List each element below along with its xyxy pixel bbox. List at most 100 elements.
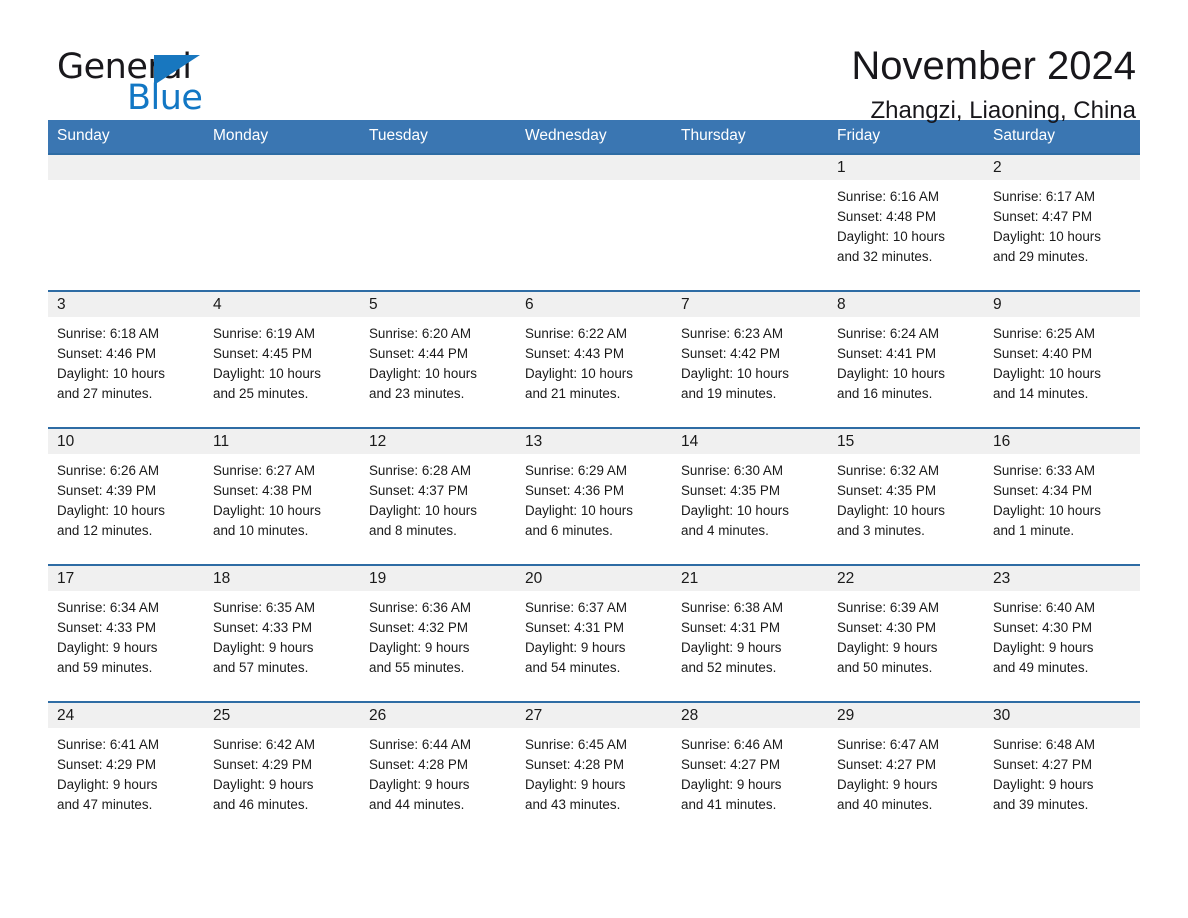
daylight-text-line1: Daylight: 10 hours xyxy=(681,366,789,381)
sunrise-text: Sunrise: 6:29 AM xyxy=(525,463,627,478)
day-details: Sunrise: 6:25 AM Sunset: 4:40 PM Daylight:… xyxy=(984,317,1140,404)
daylight-text-line1: Daylight: 10 hours xyxy=(993,366,1101,381)
day-cell[interactable]: 11 Sunrise: 6:27 AM Sunset: 4:38 PM Dayligh… xyxy=(204,427,360,565)
day-number: 11 xyxy=(204,429,360,454)
day-details: Sunrise: 6:46 AM Sunset: 4:27 PM Daylight:… xyxy=(672,728,828,815)
day-cell[interactable]: 8 Sunrise: 6:24 AM Sunset: 4:41 PM Daylight… xyxy=(828,290,984,428)
calendar-page: General Blue November 2024 Zhangzi, Liao… xyxy=(0,0,1188,918)
sunrise-text: Sunrise: 6:23 AM xyxy=(681,326,783,341)
day-cell[interactable]: 2 Sunrise: 6:17 AM Sunset: 4:47 PM Daylight… xyxy=(984,153,1140,291)
logo-text-blue: Blue xyxy=(127,78,203,118)
sunset-text: Sunset: 4:44 PM xyxy=(369,346,468,361)
sunrise-text: Sunrise: 6:33 AM xyxy=(993,463,1095,478)
calendar-grid: Sunday Monday Tuesday Wednesday Thursday… xyxy=(48,120,1140,838)
generalblue-logo[interactable]: General Blue xyxy=(57,40,247,116)
day-number: 29 xyxy=(828,703,984,728)
day-details: Sunrise: 6:22 AM Sunset: 4:43 PM Daylight:… xyxy=(516,317,672,404)
day-cell[interactable]: 1 Sunrise: 6:16 AM Sunset: 4:48 PM Daylight… xyxy=(828,153,984,291)
day-cell[interactable]: 13 Sunrise: 6:29 AM Sunset: 4:36 PM Dayligh… xyxy=(516,427,672,565)
daylight-text-line2: and 49 minutes. xyxy=(993,660,1089,675)
day-number: 21 xyxy=(672,566,828,591)
day-cell[interactable]: 7 Sunrise: 6:23 AM Sunset: 4:42 PM Daylight… xyxy=(672,290,828,428)
sunset-text: Sunset: 4:35 PM xyxy=(837,483,936,498)
sunrise-text: Sunrise: 6:48 AM xyxy=(993,737,1095,752)
weekday-header-sunday: Sunday xyxy=(48,120,204,154)
day-cell[interactable]: 3 Sunrise: 6:18 AM Sunset: 4:46 PM Daylight… xyxy=(48,290,204,428)
sunset-text: Sunset: 4:48 PM xyxy=(837,209,936,224)
day-cell[interactable]: 6 Sunrise: 6:22 AM Sunset: 4:43 PM Daylight… xyxy=(516,290,672,428)
title-block: November 2024 Zhangzi, Liaoning, China xyxy=(851,40,1136,126)
day-cell[interactable]: 14 Sunrise: 6:30 AM Sunset: 4:35 PM Dayligh… xyxy=(672,427,828,565)
sunset-text: Sunset: 4:27 PM xyxy=(993,757,1092,772)
daylight-text-line2: and 57 minutes. xyxy=(213,660,309,675)
day-details: Sunrise: 6:24 AM Sunset: 4:41 PM Daylight:… xyxy=(828,317,984,404)
sunrise-text: Sunrise: 6:38 AM xyxy=(681,600,783,615)
day-number: 4 xyxy=(204,292,360,317)
daylight-text-line1: Daylight: 10 hours xyxy=(57,503,165,518)
daylight-text-line1: Daylight: 10 hours xyxy=(993,503,1101,518)
day-details: Sunrise: 6:19 AM Sunset: 4:45 PM Daylight:… xyxy=(204,317,360,404)
daylight-text-line2: and 6 minutes. xyxy=(525,523,613,538)
day-cell[interactable]: 22 Sunrise: 6:39 AM Sunset: 4:30 PM Dayligh… xyxy=(828,564,984,702)
day-cell[interactable]: 23 Sunrise: 6:40 AM Sunset: 4:30 PM Dayligh… xyxy=(984,564,1140,702)
day-cell[interactable]: 9 Sunrise: 6:25 AM Sunset: 4:40 PM Daylight… xyxy=(984,290,1140,428)
sunset-text: Sunset: 4:29 PM xyxy=(57,757,156,772)
day-details: Sunrise: 6:47 AM Sunset: 4:27 PM Daylight:… xyxy=(828,728,984,815)
day-cell[interactable]: 21 Sunrise: 6:38 AM Sunset: 4:31 PM Dayligh… xyxy=(672,564,828,702)
day-number: 15 xyxy=(828,429,984,454)
weekday-header-thursday: Thursday xyxy=(672,120,828,154)
day-number: 19 xyxy=(360,566,516,591)
day-number: 17 xyxy=(48,566,204,591)
day-cell[interactable]: 29 Sunrise: 6:47 AM Sunset: 4:27 PM Dayligh… xyxy=(828,701,984,838)
day-cell[interactable]: 12 Sunrise: 6:28 AM Sunset: 4:37 PM Dayligh… xyxy=(360,427,516,565)
day-cell[interactable]: 26 Sunrise: 6:44 AM Sunset: 4:28 PM Dayligh… xyxy=(360,701,516,838)
day-cell[interactable]: 19 Sunrise: 6:36 AM Sunset: 4:32 PM Dayligh… xyxy=(360,564,516,702)
sunset-text: Sunset: 4:32 PM xyxy=(369,620,468,635)
daylight-text-line2: and 1 minute. xyxy=(993,523,1075,538)
daylight-text-line2: and 14 minutes. xyxy=(993,386,1089,401)
daylight-text-line2: and 59 minutes. xyxy=(57,660,153,675)
day-details: Sunrise: 6:28 AM Sunset: 4:37 PM Daylight:… xyxy=(360,454,516,541)
day-number: 1 xyxy=(828,155,984,180)
sunset-text: Sunset: 4:35 PM xyxy=(681,483,780,498)
day-number: 30 xyxy=(984,703,1140,728)
daylight-text-line2: and 29 minutes. xyxy=(993,249,1089,264)
day-cell[interactable]: 25 Sunrise: 6:42 AM Sunset: 4:29 PM Dayligh… xyxy=(204,701,360,838)
sunrise-text: Sunrise: 6:39 AM xyxy=(837,600,939,615)
day-cell[interactable]: 27 Sunrise: 6:45 AM Sunset: 4:28 PM Dayligh… xyxy=(516,701,672,838)
sunset-text: Sunset: 4:29 PM xyxy=(213,757,312,772)
day-cell[interactable]: 17 Sunrise: 6:34 AM Sunset: 4:33 PM Dayligh… xyxy=(48,564,204,702)
day-details: Sunrise: 6:26 AM Sunset: 4:39 PM Daylight:… xyxy=(48,454,204,541)
day-cell[interactable]: 5 Sunrise: 6:20 AM Sunset: 4:44 PM Daylight… xyxy=(360,290,516,428)
daylight-text-line2: and 23 minutes. xyxy=(369,386,465,401)
day-details: Sunrise: 6:20 AM Sunset: 4:44 PM Daylight:… xyxy=(360,317,516,404)
daylight-text-line1: Daylight: 9 hours xyxy=(681,640,782,655)
day-cell[interactable]: 24 Sunrise: 6:41 AM Sunset: 4:29 PM Dayligh… xyxy=(48,701,204,838)
daylight-text-line2: and 44 minutes. xyxy=(369,797,465,812)
day-cell[interactable]: 30 Sunrise: 6:48 AM Sunset: 4:27 PM Dayligh… xyxy=(984,701,1140,838)
sunrise-text: Sunrise: 6:44 AM xyxy=(369,737,471,752)
daylight-text-line1: Daylight: 10 hours xyxy=(57,366,165,381)
daylight-text-line1: Daylight: 9 hours xyxy=(837,777,938,792)
day-cell[interactable]: 28 Sunrise: 6:46 AM Sunset: 4:27 PM Dayligh… xyxy=(672,701,828,838)
sunset-text: Sunset: 4:30 PM xyxy=(993,620,1092,635)
day-number: 20 xyxy=(516,566,672,591)
day-cell[interactable]: 20 Sunrise: 6:37 AM Sunset: 4:31 PM Dayligh… xyxy=(516,564,672,702)
daylight-text-line2: and 10 minutes. xyxy=(213,523,309,538)
sunrise-text: Sunrise: 6:24 AM xyxy=(837,326,939,341)
day-cell[interactable]: 10 Sunrise: 6:26 AM Sunset: 4:39 PM Dayligh… xyxy=(48,427,204,565)
sunset-text: Sunset: 4:43 PM xyxy=(525,346,624,361)
day-cell[interactable]: 18 Sunrise: 6:35 AM Sunset: 4:33 PM Dayligh… xyxy=(204,564,360,702)
day-cell[interactable]: 15 Sunrise: 6:32 AM Sunset: 4:35 PM Dayligh… xyxy=(828,427,984,565)
daylight-text-line2: and 16 minutes. xyxy=(837,386,933,401)
day-cell[interactable]: 4 Sunrise: 6:19 AM Sunset: 4:45 PM Daylight… xyxy=(204,290,360,428)
sunset-text: Sunset: 4:47 PM xyxy=(993,209,1092,224)
day-details: Sunrise: 6:41 AM Sunset: 4:29 PM Daylight:… xyxy=(48,728,204,815)
day-cell-empty xyxy=(516,153,672,291)
page-header: General Blue November 2024 Zhangzi, Liao… xyxy=(0,0,1188,124)
daylight-text-line2: and 55 minutes. xyxy=(369,660,465,675)
weekday-header-monday: Monday xyxy=(204,120,360,154)
daylight-text-line1: Daylight: 10 hours xyxy=(525,366,633,381)
sunset-text: Sunset: 4:34 PM xyxy=(993,483,1092,498)
day-cell[interactable]: 16 Sunrise: 6:33 AM Sunset: 4:34 PM Dayligh… xyxy=(984,427,1140,565)
